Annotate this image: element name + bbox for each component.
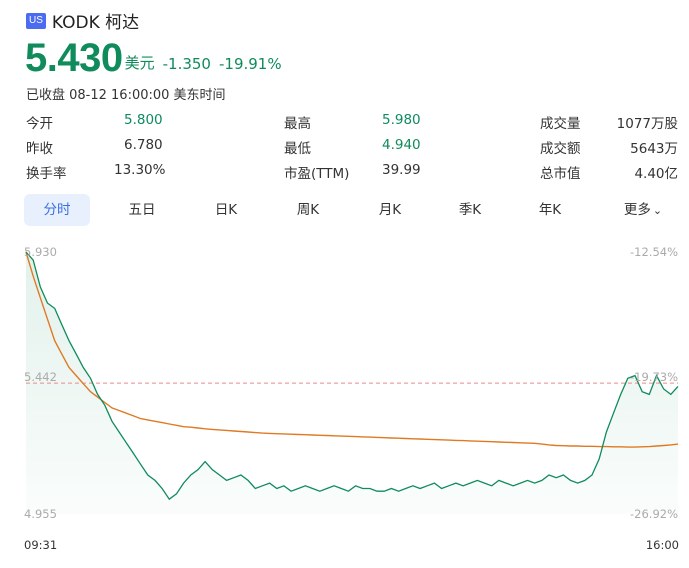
tab-five-day[interactable]: 五日 (114, 194, 170, 226)
stock-header: US KODK 柯达 (26, 8, 139, 33)
tab-quarterly-k[interactable]: 季K (442, 194, 498, 226)
stat-label: 成交量 (540, 116, 581, 132)
intraday-chart: 5.930 5.442 4.955 -12.54% -19.73% -26.92… (24, 245, 679, 521)
stat-value: 1077万股 (616, 116, 678, 132)
tab-more-label: 更多 (623, 202, 651, 218)
price-row: 5.430 美元 -1.350 -19.91% (25, 36, 282, 80)
stat-label: 最高 (284, 116, 311, 132)
tab-yearly-k[interactable]: 年K (522, 194, 578, 226)
y-axis-left-top: 5.930 (24, 245, 57, 259)
stat-label: 昨收 (26, 141, 53, 157)
price-change: -1.350 (162, 55, 211, 73)
stat-value: 4.40亿 (634, 166, 678, 182)
average-price-line (25, 251, 679, 448)
stat-label: 总市值 (540, 166, 581, 182)
stat-value: 5.980 (382, 112, 421, 128)
tab-weekly-k[interactable]: 周K (280, 194, 336, 226)
x-axis-end-time: 16:00 (645, 538, 679, 552)
stat-row: 换手率 13.30% 市盈(TTM) 39.99 总市值 4.40亿 (26, 162, 678, 187)
stat-label: 成交额 (540, 141, 581, 157)
y-axis-left-bottom: 4.955 (24, 507, 57, 521)
tab-more[interactable]: 更多 ⌄ (608, 194, 678, 226)
ticker-name: KODK 柯达 (51, 13, 140, 33)
stat-label: 今开 (26, 116, 53, 132)
stat-label: 换手率 (26, 166, 67, 182)
currency-label: 美元 (124, 54, 155, 72)
stat-value: 5643万 (630, 141, 678, 157)
tab-monthly-k[interactable]: 月K (362, 194, 418, 226)
current-price: 5.430 (25, 36, 123, 80)
stat-value: 13.30% (114, 162, 166, 178)
y-axis-right-bottom: -26.92% (630, 507, 678, 521)
stat-value: 6.780 (124, 137, 163, 153)
chart-period-tabs: 分时 五日 日K 周K 月K 季K 年K 更多 ⌄ (24, 194, 678, 226)
price-change-pct: -19.91% (218, 55, 282, 73)
stat-label: 最低 (284, 141, 311, 157)
market-status: 已收盘 08-12 16:00:00 美东时间 (26, 88, 226, 103)
stat-value: 4.940 (382, 137, 421, 153)
stat-label: 市盈(TTM) (284, 166, 350, 182)
stat-value: 5.800 (124, 112, 163, 128)
stat-row: 昨收 6.780 最低 4.940 成交额 5643万 (26, 137, 678, 162)
x-axis-start-time: 09:31 (24, 538, 58, 552)
stat-row: 今开 5.800 最高 5.980 成交量 1077万股 (26, 112, 678, 137)
stats-grid: 今开 5.800 最高 5.980 成交量 1077万股 昨收 6.780 最低… (26, 112, 678, 187)
chevron-down-icon: ⌄ (652, 204, 663, 217)
market-badge: US (26, 12, 46, 29)
stat-value: 39.99 (382, 162, 421, 178)
y-axis-left-mid: 5.442 (24, 370, 57, 384)
y-axis-right-mid: -19.73% (630, 370, 678, 384)
tab-intraday[interactable]: 分时 (24, 194, 90, 226)
y-axis-right-top: -12.54% (630, 245, 678, 259)
tab-daily-k[interactable]: 日K (198, 194, 254, 226)
